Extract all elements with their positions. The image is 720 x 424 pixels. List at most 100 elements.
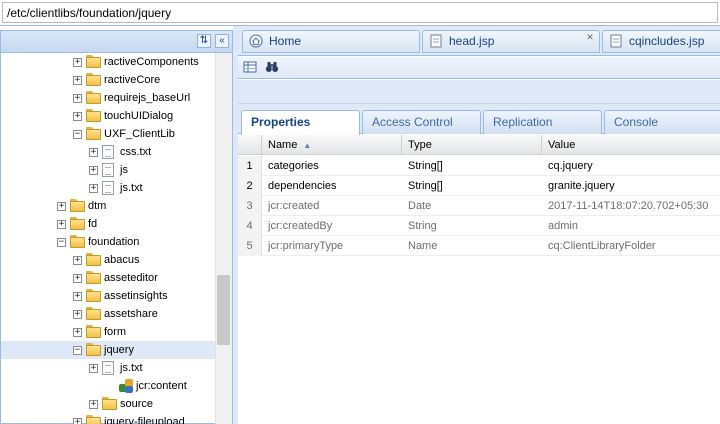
property-type-cell[interactable]: Name	[402, 236, 542, 256]
folder-icon	[86, 55, 101, 68]
property-value-cell[interactable]: granite.jquery	[542, 176, 720, 196]
tree-node[interactable]: + source	[1, 395, 215, 413]
property-value-cell[interactable]: cq:ClientLibraryFolder	[542, 236, 720, 256]
tree-node[interactable]: + dtm	[1, 197, 215, 215]
table-row[interactable]: 2 dependencies String[] granite.jquery	[238, 176, 720, 196]
tree-scrollbar-thumb[interactable]	[217, 275, 230, 345]
row-number-header	[238, 135, 262, 155]
properties-grid-icon[interactable]	[242, 60, 258, 76]
column-header-name[interactable]: Name ▲	[262, 135, 402, 155]
expand-node-icon[interactable]: +	[73, 274, 82, 283]
property-value-cell[interactable]: 2017-11-14T18:07:20.702+05:30	[542, 196, 720, 216]
file-icon	[102, 163, 114, 177]
tree-node[interactable]: + touchUIDialog	[1, 107, 215, 125]
collapse-node-icon[interactable]: −	[73, 346, 82, 355]
tree-node[interactable]: + form	[1, 323, 215, 341]
tree-node[interactable]: + asseteditor	[1, 269, 215, 287]
tree-node[interactable]: jcr:content	[1, 377, 215, 395]
column-header-value[interactable]: Value	[542, 135, 720, 155]
collapse-node-icon[interactable]: −	[73, 130, 82, 139]
expand-node-icon[interactable]: +	[89, 400, 98, 409]
expand-node-icon[interactable]: +	[89, 184, 98, 193]
close-icon[interactable]: ✕	[585, 32, 595, 42]
refresh-tree-icon[interactable]: ⇅	[197, 34, 211, 48]
tree-node[interactable]: + abacus	[1, 251, 215, 269]
tree-node-label: assetshare	[104, 308, 158, 320]
expand-node-icon[interactable]: +	[73, 328, 82, 337]
expand-node-icon[interactable]: +	[73, 256, 82, 265]
tab-access-control[interactable]: Access Control	[362, 110, 481, 134]
expand-node-icon[interactable]: +	[89, 364, 98, 373]
expand-node-icon[interactable]: +	[73, 112, 82, 121]
tab-label: Home	[269, 34, 302, 48]
expand-node-icon[interactable]: +	[73, 418, 82, 424]
property-name-cell[interactable]: jcr:created	[262, 196, 402, 216]
properties-grid: Name ▲ Type Value 1 categories String[] cq.…	[238, 135, 720, 424]
property-type-cell[interactable]: String[]	[402, 176, 542, 196]
tree-node[interactable]: + js.txt	[1, 359, 215, 377]
expand-node-icon[interactable]: +	[73, 94, 82, 103]
binoculars-icon[interactable]	[264, 60, 280, 76]
tree-node-label: jquery-fileupload	[104, 416, 185, 424]
property-name-cell[interactable]: jcr:primaryType	[262, 236, 402, 256]
tab-cqincludes-jsp[interactable]: cqincludes.jsp	[602, 30, 720, 53]
tree-node[interactable]: + ractiveCore	[1, 71, 215, 89]
property-type-cell[interactable]: String	[402, 216, 542, 236]
collapse-node-icon[interactable]: −	[57, 238, 66, 247]
table-row[interactable]: 4 jcr:createdBy String admin	[238, 216, 720, 236]
tree-node-label: assetinsights	[104, 290, 168, 302]
table-row[interactable]: 1 categories String[] cq.jquery	[238, 156, 720, 176]
tree-node-label: form	[104, 326, 126, 338]
tree-node[interactable]: − jquery	[1, 341, 215, 359]
tree-scrollbar[interactable]	[215, 53, 232, 424]
column-type-label: Type	[408, 139, 432, 151]
property-name-cell[interactable]: dependencies	[262, 176, 402, 196]
property-tab-bar: Properties Access Control Replication Co…	[238, 104, 720, 135]
tree-node[interactable]: + jquery-fileupload	[1, 413, 215, 424]
tree-node-label: dtm	[88, 200, 107, 212]
tree-node[interactable]: + js	[1, 161, 215, 179]
tree-node[interactable]: + assetinsights	[1, 287, 215, 305]
tree-node[interactable]: − foundation	[1, 233, 215, 251]
path-input[interactable]	[2, 2, 718, 23]
column-value-label: Value	[548, 139, 576, 151]
tab-home[interactable]: Home	[242, 30, 420, 53]
expand-node-icon[interactable]: +	[73, 58, 82, 67]
tree-node-label: jquery	[104, 344, 134, 356]
expand-node-icon[interactable]: +	[73, 292, 82, 301]
table-row[interactable]: 5 jcr:primaryType Name cq:ClientLibraryFold…	[238, 236, 720, 256]
tree-node[interactable]: + css.txt	[1, 143, 215, 161]
property-name-cell[interactable]: jcr:createdBy	[262, 216, 402, 236]
repository-tree: + ractiveComponents + ractiveCore + requirejs…	[1, 53, 215, 424]
expand-node-icon[interactable]: +	[89, 166, 98, 175]
expand-node-icon[interactable]: +	[73, 310, 82, 319]
folder-icon	[86, 91, 101, 104]
property-type-cell[interactable]: Date	[402, 196, 542, 216]
expand-node-icon[interactable]: +	[57, 220, 66, 229]
property-name-cell[interactable]: categories	[262, 156, 402, 176]
tree-node[interactable]: − UXF_ClientLib	[1, 125, 215, 143]
tree-node-label: js	[120, 164, 128, 176]
properties-toolbar	[238, 57, 720, 79]
expand-node-icon[interactable]: +	[89, 148, 98, 157]
property-value-cell[interactable]: cq.jquery	[542, 156, 720, 176]
tree-node[interactable]: + js.txt	[1, 179, 215, 197]
tab-head-jsp[interactable]: head.jsp ✕	[422, 30, 600, 53]
property-value-cell[interactable]: admin	[542, 216, 720, 236]
tab-console[interactable]: Console	[604, 110, 720, 134]
property-type-cell[interactable]: String[]	[402, 156, 542, 176]
tree-node[interactable]: + fd	[1, 215, 215, 233]
tab-properties[interactable]: Properties	[241, 110, 360, 135]
tab-label: cqincludes.jsp	[629, 34, 705, 48]
collapse-panel-icon[interactable]: «	[215, 34, 229, 48]
tree-node[interactable]: + ractiveComponents	[1, 53, 215, 71]
expand-node-icon[interactable]: +	[73, 76, 82, 85]
column-header-type[interactable]: Type	[402, 135, 542, 155]
file-icon	[102, 361, 114, 375]
expand-node-icon[interactable]: +	[57, 202, 66, 211]
tree-node[interactable]: + assetshare	[1, 305, 215, 323]
tab-replication[interactable]: Replication	[483, 110, 602, 134]
table-row[interactable]: 3 jcr:created Date 2017-11-14T18:07:20.702+…	[238, 196, 720, 216]
path-bar	[0, 0, 720, 26]
tree-node[interactable]: + requirejs_baseUrl	[1, 89, 215, 107]
